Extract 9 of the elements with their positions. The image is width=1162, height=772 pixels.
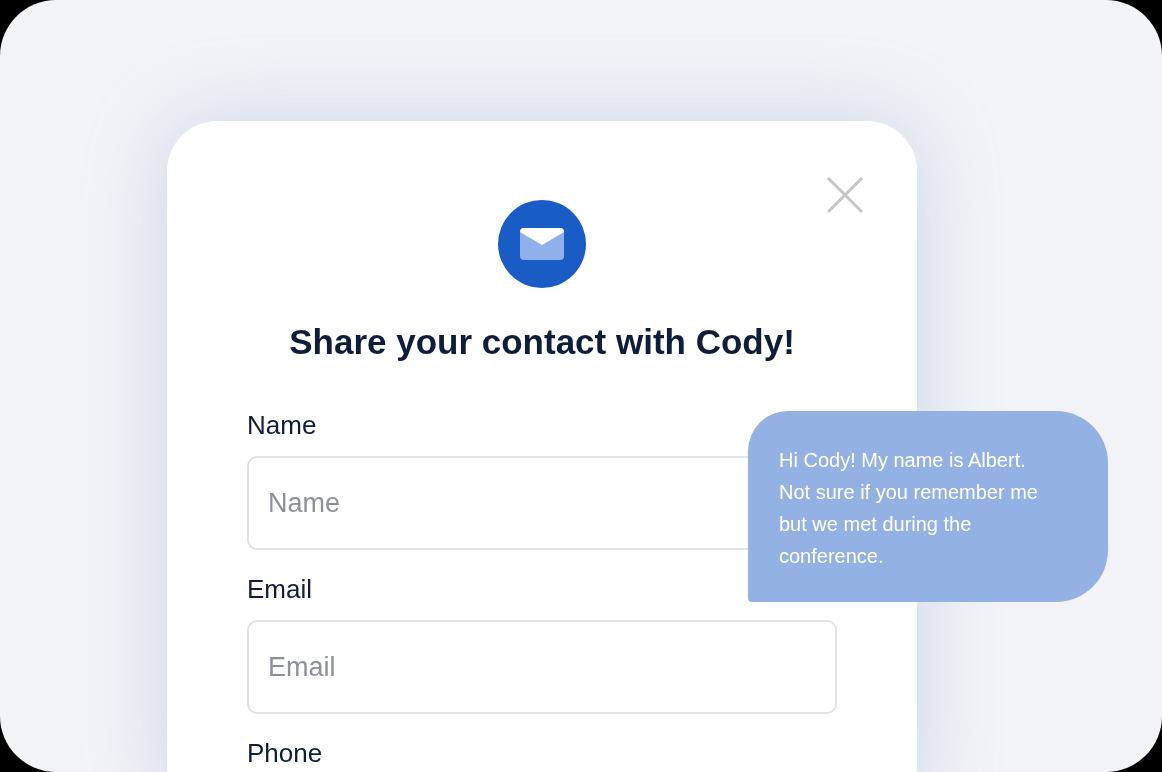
- close-button[interactable]: [825, 175, 865, 215]
- field-label: Name: [247, 409, 318, 442]
- envelope-icon: [520, 228, 564, 260]
- dialog-title: Share your contact with Cody!: [289, 321, 795, 363]
- field-label: Phone: [247, 737, 324, 770]
- chat-bubble-popup: Hi Cody! My name is Albert. Not sure if you remember me but we met during the conference.: [748, 411, 1108, 602]
- field-label: Email: [247, 573, 313, 606]
- input-field[interactable]: Email: [247, 620, 837, 714]
- close-icon: [826, 176, 864, 214]
